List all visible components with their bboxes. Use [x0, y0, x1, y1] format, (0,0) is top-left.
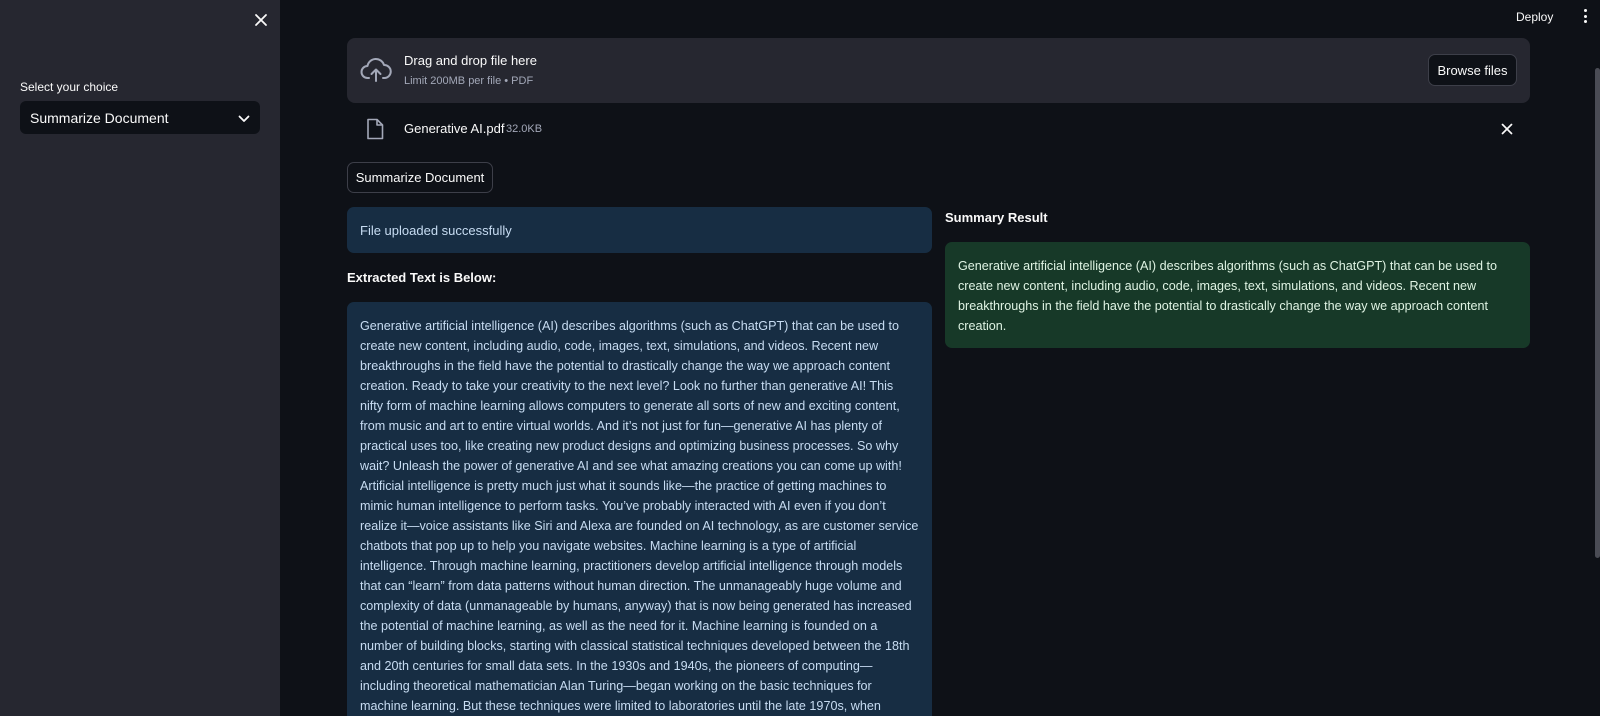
- select-label: Select your choice: [20, 80, 119, 94]
- more-vertical-icon[interactable]: [1578, 7, 1592, 25]
- chevron-down-icon: [238, 110, 250, 126]
- deploy-button[interactable]: Deploy: [1512, 8, 1557, 26]
- uploaded-file-name: Generative AI.pdf: [404, 121, 505, 136]
- file-dropzone[interactable]: Drag and drop file here Limit 200MB per …: [347, 38, 1530, 103]
- select-value: Summarize Document: [30, 109, 169, 126]
- dropzone-subtitle: Limit 200MB per file • PDF: [404, 75, 534, 87]
- uploaded-file-size: 32.0KB: [506, 123, 543, 135]
- extracted-text-box: Generative artificial intelligence (AI) …: [347, 302, 932, 716]
- main-scrollbar[interactable]: [1595, 68, 1600, 558]
- file-icon: [366, 118, 384, 140]
- sidebar-close-icon[interactable]: [250, 9, 272, 31]
- extracted-text-heading: Extracted Text is Below:: [347, 270, 497, 285]
- remove-file-icon[interactable]: [1498, 120, 1516, 138]
- summary-result-box: Generative artificial intelligence (AI) …: [945, 242, 1530, 348]
- choice-select[interactable]: Summarize Document: [20, 101, 260, 134]
- summary-result-heading: Summary Result: [945, 210, 1048, 225]
- cloud-upload-icon: [360, 56, 392, 84]
- dropzone-title: Drag and drop file here: [404, 53, 537, 68]
- sidebar: Select your choice Summarize Document: [0, 0, 280, 716]
- browse-files-button[interactable]: Browse files: [1428, 54, 1517, 86]
- summarize-document-button[interactable]: Summarize Document: [347, 162, 493, 193]
- upload-status-message: File uploaded successfully: [347, 207, 932, 253]
